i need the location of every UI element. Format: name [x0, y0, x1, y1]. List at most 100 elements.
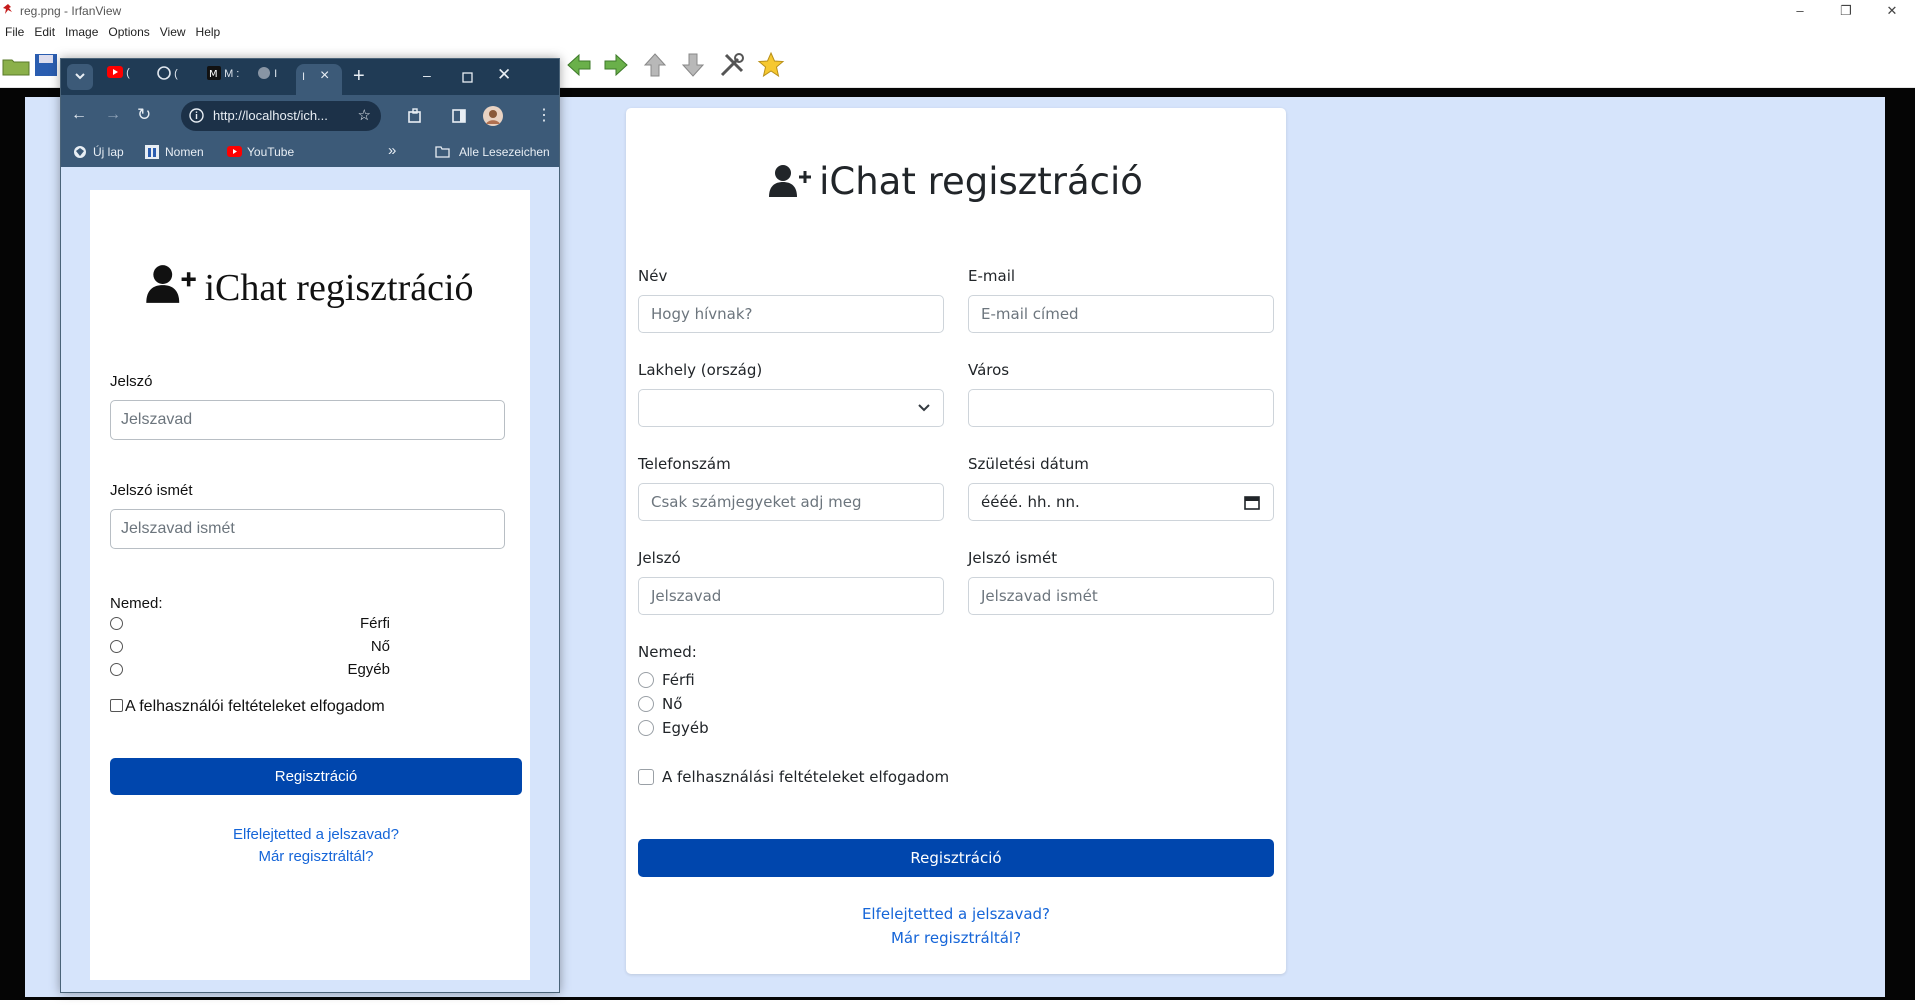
- calendar-icon[interactable]: [1244, 494, 1260, 510]
- mobile-register-button[interactable]: Regisztráció: [110, 758, 522, 795]
- tab-active-localhost[interactable]: I ×: [296, 64, 342, 95]
- up-arrow-icon[interactable]: [641, 51, 669, 79]
- back-arrow-icon[interactable]: ←: [71, 106, 87, 124]
- new-tab-plus-icon[interactable]: +: [353, 65, 365, 88]
- maximize-button[interactable]: ❐: [1823, 0, 1869, 22]
- gender-option-label: Férfi: [360, 615, 390, 632]
- menu-file[interactable]: File: [0, 22, 29, 39]
- mobile-title-row: iChat regisztráció: [90, 264, 530, 310]
- open-folder-icon[interactable]: [2, 51, 30, 79]
- tools-icon[interactable]: [718, 51, 746, 79]
- country-select[interactable]: [638, 389, 944, 427]
- new-tab-globe-icon: [74, 146, 86, 158]
- already-registered-link[interactable]: Már regisztráltál?: [626, 929, 1286, 947]
- password-confirm-input[interactable]: Jelszavad ismét: [968, 577, 1274, 615]
- mobile-gender-label: Nemed:: [110, 595, 163, 612]
- mobile-terms-checkbox[interactable]: A felhasználói feltételeket elfogadom: [110, 698, 385, 716]
- gender-radio-male[interactable]: Férfi: [638, 671, 695, 689]
- mobile-forgot-password-link[interactable]: Elfelejtetted a jelszavad?: [90, 826, 542, 843]
- tab-medium[interactable]: M M :: [207, 66, 239, 90]
- tab-chatgpt[interactable]: (: [157, 66, 178, 90]
- down-arrow-icon[interactable]: [679, 51, 707, 79]
- mobile-password-label: Jelszó: [110, 373, 153, 390]
- forward-arrow-icon[interactable]: →: [105, 106, 121, 124]
- birthdate-label: Születési dátum: [968, 455, 1089, 473]
- chrome-menu-icon[interactable]: ⋮: [536, 105, 552, 125]
- email-input[interactable]: E-mail címed: [968, 295, 1274, 333]
- bookmark-star-icon[interactable]: ☆: [358, 106, 371, 124]
- city-input[interactable]: [968, 389, 1274, 427]
- chrome-maximize-button[interactable]: [462, 72, 473, 83]
- radio-circle[interactable]: [638, 696, 654, 712]
- svg-text:M: M: [209, 69, 218, 80]
- radio-circle[interactable]: [638, 672, 654, 688]
- password-label: Jelszó: [638, 549, 681, 567]
- chrome-close-button[interactable]: ✕: [497, 65, 511, 85]
- country-label: Lakhely (ország): [638, 361, 763, 379]
- menu-edit[interactable]: Edit: [29, 22, 60, 39]
- all-bookmarks-button[interactable]: Alle Lesezeichen: [459, 145, 550, 159]
- bookmark-new-tab[interactable]: Új lap: [93, 145, 124, 159]
- previous-arrow-icon[interactable]: [565, 51, 593, 79]
- bookmark-nomen[interactable]: Nomen: [165, 145, 204, 159]
- gender-radio-female[interactable]: Nő: [638, 695, 682, 713]
- radio-circle[interactable]: [110, 640, 123, 653]
- reload-icon[interactable]: ↻: [137, 105, 151, 125]
- register-button[interactable]: Regisztráció: [638, 839, 1274, 877]
- tab-label: (: [174, 68, 178, 80]
- terms-checkbox[interactable]: A felhasználási feltételeket elfogadom: [638, 768, 949, 786]
- menu-image[interactable]: Image: [60, 22, 103, 39]
- mobile-password-input[interactable]: Jelszavad: [110, 400, 505, 440]
- mobile-password-confirm-label: Jelszó ismét: [110, 482, 193, 499]
- chatgpt-icon: [157, 66, 171, 80]
- mobile-gender-radio-other[interactable]: Egyéb: [110, 661, 390, 679]
- url-text: http://localhost/ich...: [213, 108, 328, 123]
- minimize-button[interactable]: –: [1777, 0, 1823, 22]
- bookmarks-bar: Új lap Nomen YouTube » Alle Lesezeichen: [61, 137, 559, 167]
- chevron-down-icon: [918, 404, 930, 412]
- user-plus-icon: [769, 165, 812, 197]
- tab-close-icon[interactable]: ×: [320, 67, 329, 85]
- forgot-password-link[interactable]: Elfelejtetted a jelszavad?: [626, 905, 1286, 923]
- bookmark-youtube[interactable]: YouTube: [247, 145, 294, 159]
- mobile-registration-card: iChat regisztráció Jelszó Jelszavad Jels…: [90, 190, 530, 980]
- name-input[interactable]: Hogy hívnak?: [638, 295, 944, 333]
- tab-label: I: [274, 68, 278, 80]
- save-icon[interactable]: [32, 51, 60, 79]
- side-panel-icon[interactable]: [452, 109, 466, 123]
- chrome-minimize-button[interactable]: –: [423, 67, 431, 83]
- mobile-gender-radio-male[interactable]: Férfi: [110, 615, 390, 633]
- radio-circle[interactable]: [110, 663, 123, 676]
- mobile-already-registered-link[interactable]: Már regisztráltál?: [90, 848, 542, 865]
- tab-search-button[interactable]: [67, 64, 93, 90]
- menu-view[interactable]: View: [155, 22, 191, 39]
- radio-circle[interactable]: [638, 720, 654, 736]
- gender-radio-other[interactable]: Egyéb: [638, 719, 709, 737]
- menu-help[interactable]: Help: [191, 22, 226, 39]
- phone-input[interactable]: Csak számjegyeket adj meg: [638, 483, 944, 521]
- email-label: E-mail: [968, 267, 1016, 285]
- tab-youtube[interactable]: (: [107, 66, 130, 90]
- close-button[interactable]: ✕: [1869, 0, 1915, 22]
- menu-options[interactable]: Options: [103, 22, 154, 39]
- address-bar[interactable]: http://localhost/ich... ☆: [181, 101, 381, 131]
- mobile-gender-radio-female[interactable]: Nő: [110, 638, 390, 656]
- radio-circle[interactable]: [110, 617, 123, 630]
- checkbox-box[interactable]: [110, 699, 123, 712]
- star-icon[interactable]: [757, 51, 785, 79]
- birthdate-input[interactable]: éééé. hh. nn.: [968, 483, 1274, 521]
- checkbox-box[interactable]: [638, 769, 654, 785]
- youtube-icon: [107, 66, 123, 78]
- mobile-password-confirm-input[interactable]: Jelszavad ismét: [110, 509, 505, 549]
- page-title: iChat regisztráció: [819, 160, 1143, 203]
- nomen-icon: [145, 145, 159, 159]
- tab-generic[interactable]: I: [257, 66, 277, 90]
- profile-avatar[interactable]: [483, 106, 503, 126]
- extensions-puzzle-icon[interactable]: [407, 108, 423, 124]
- next-arrow-icon[interactable]: [602, 51, 630, 79]
- tab-label: I: [302, 71, 306, 83]
- site-info-icon[interactable]: [189, 108, 204, 123]
- name-label: Név: [638, 267, 668, 285]
- password-input[interactable]: Jelszavad: [638, 577, 944, 615]
- more-bookmarks-chevron-icon[interactable]: »: [388, 142, 396, 159]
